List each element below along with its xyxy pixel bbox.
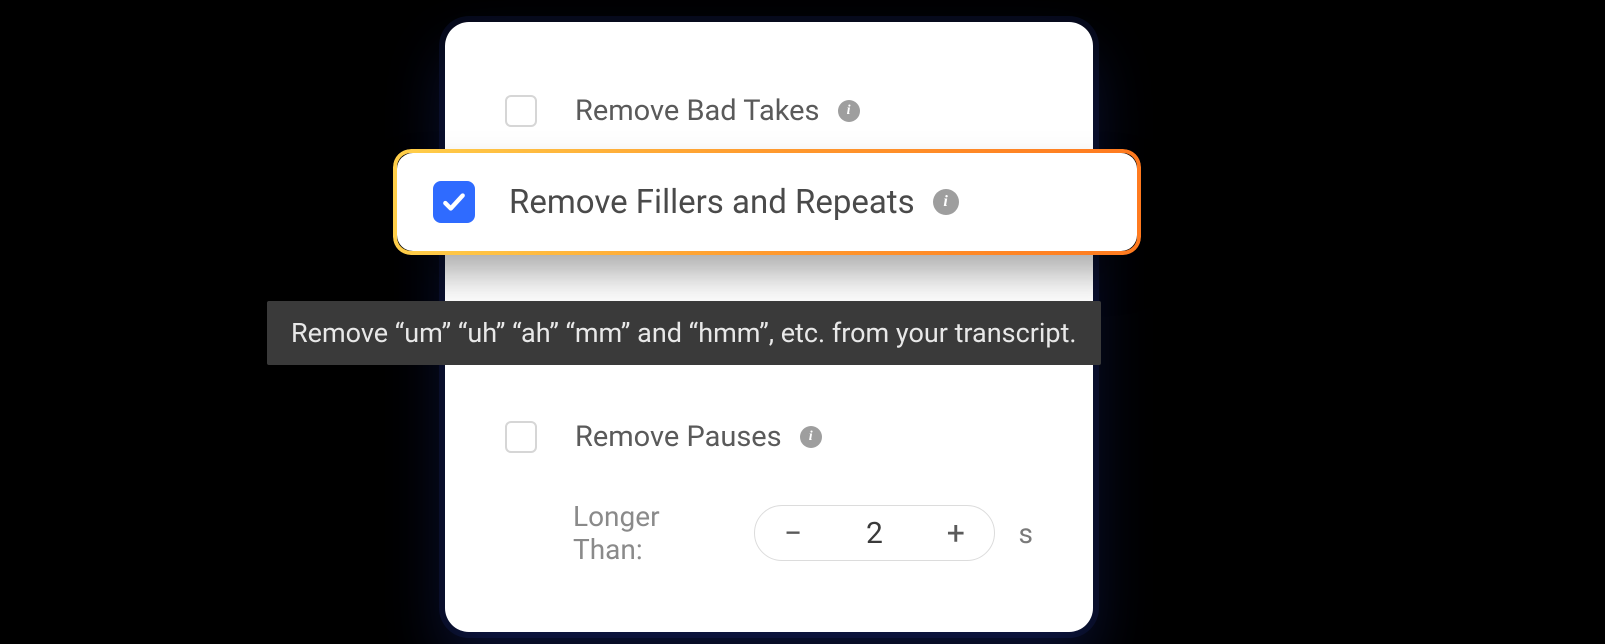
option-label: Remove Pauses <box>575 420 782 454</box>
pause-threshold-label: Longer Than: <box>573 500 730 566</box>
pause-threshold-unit: s <box>1019 517 1033 550</box>
pause-threshold-stepper: − 2 + <box>754 505 994 561</box>
checkbox-bad-takes[interactable] <box>505 95 537 127</box>
pause-threshold-row: Longer Than: − 2 + s <box>445 500 1093 566</box>
checkbox-pauses[interactable] <box>505 421 537 453</box>
info-icon[interactable]: i <box>838 100 860 122</box>
tooltip-fillers-description: Remove “um” “uh” “ah” “mm” and “hmm”, et… <box>267 301 1101 365</box>
pause-threshold-value[interactable]: 2 <box>831 516 918 551</box>
checkbox-fillers[interactable] <box>433 181 475 223</box>
option-label: Remove Bad Takes <box>575 94 820 128</box>
increment-button[interactable]: + <box>918 506 994 560</box>
option-remove-pauses[interactable]: Remove Pauses i <box>445 420 1093 454</box>
option-label: Remove Fillers and Repeats <box>509 183 915 222</box>
option-remove-fillers[interactable]: Remove Fillers and Repeats i <box>397 153 1137 251</box>
info-icon[interactable]: i <box>800 426 822 448</box>
option-remove-bad-takes[interactable]: Remove Bad Takes i <box>445 94 1093 128</box>
decrement-button[interactable]: − <box>755 506 831 560</box>
info-icon[interactable]: i <box>933 189 959 215</box>
